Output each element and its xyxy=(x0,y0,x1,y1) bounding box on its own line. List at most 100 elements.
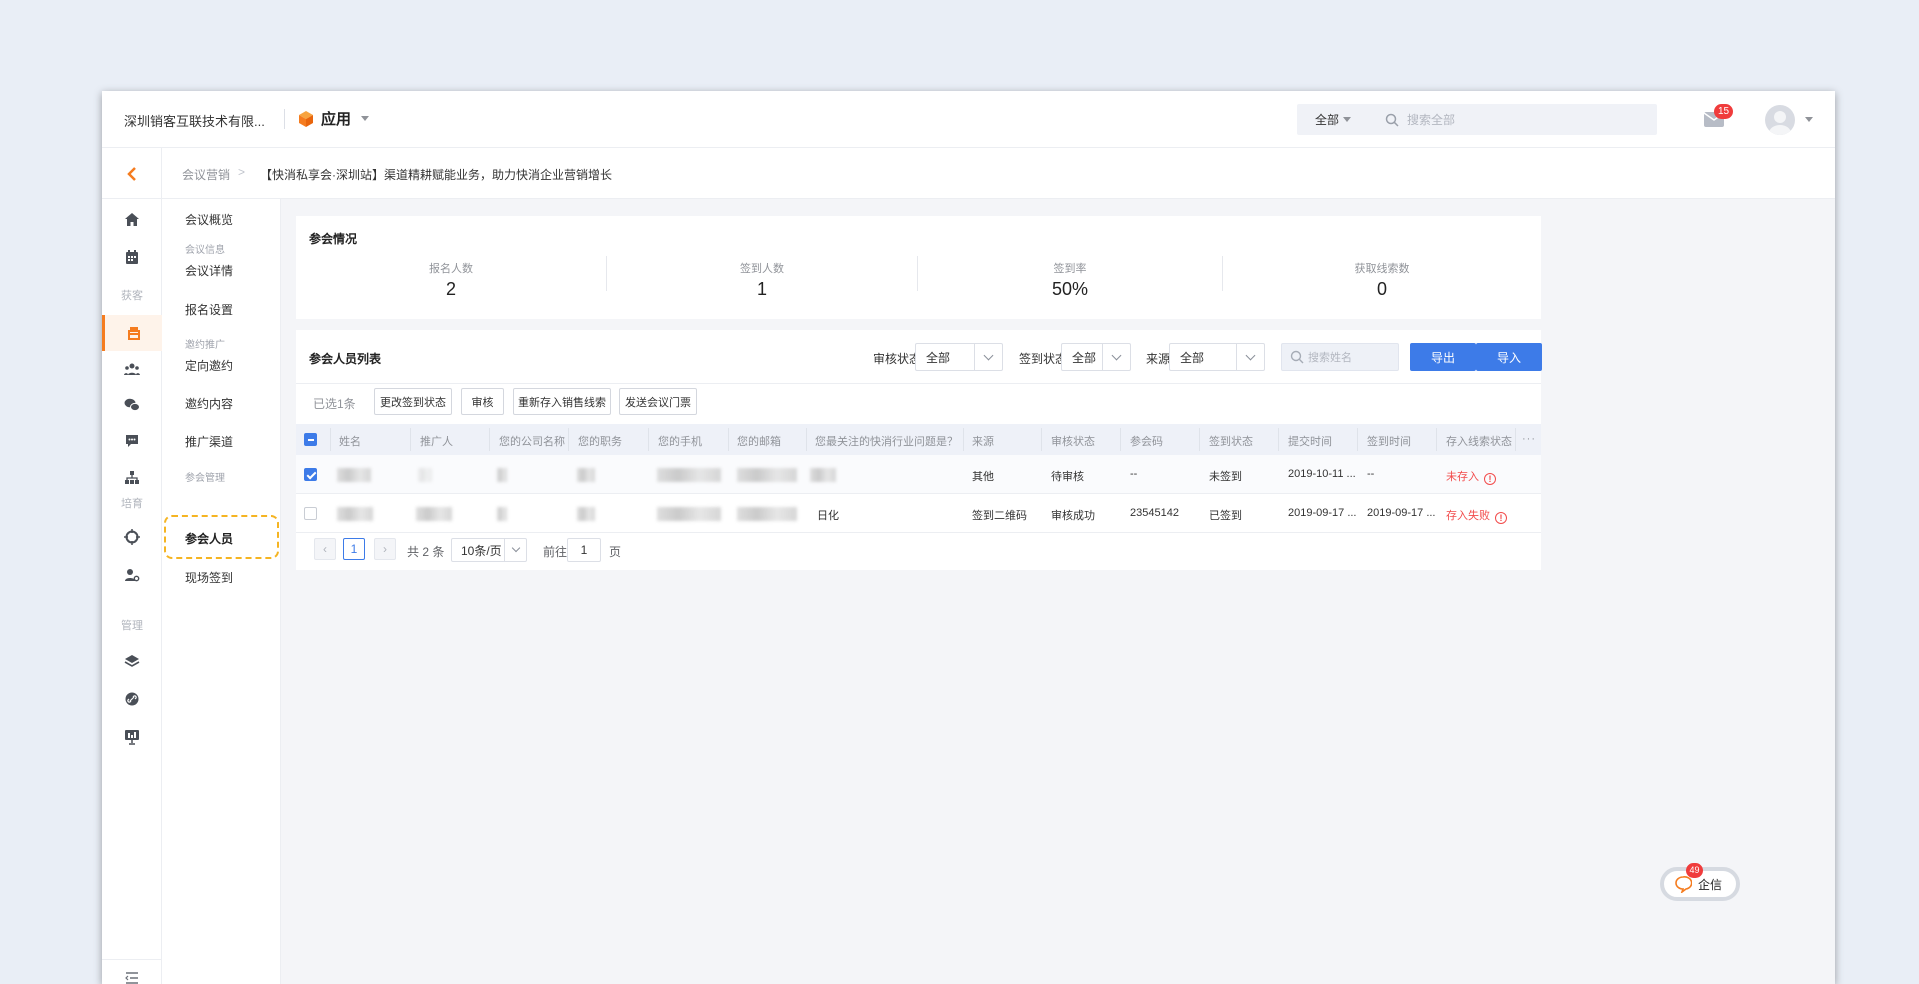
cell-source: 其他 xyxy=(972,471,994,483)
column-header[interactable]: 您的公司名称 xyxy=(499,433,565,449)
chat-icon[interactable] xyxy=(102,423,162,459)
name-search-input[interactable]: 搜索姓名 xyxy=(1281,343,1399,371)
people-icon[interactable] xyxy=(102,351,162,387)
column-header[interactable]: 您的邮箱 xyxy=(737,433,781,449)
link-icon[interactable] xyxy=(102,681,162,717)
lead-status-text: 存入失败 xyxy=(1446,510,1490,522)
cell-checkin-time: 2019-09-17 ... xyxy=(1367,507,1436,519)
resave-leads-button[interactable]: 重新存入销售线索 xyxy=(513,388,611,415)
column-header[interactable]: 签到状态 xyxy=(1209,433,1253,449)
change-checkin-button[interactable]: 更改签到状态 xyxy=(374,388,452,415)
table-row[interactable]: 日化 签到二维码 审核成功 23545142 已签到 2019-09-17 ..… xyxy=(296,494,1541,533)
filter-label: 来源 xyxy=(1146,352,1171,366)
org-chart-icon[interactable] xyxy=(102,459,162,495)
nav-invite[interactable]: 定向邀约 xyxy=(185,357,233,374)
audit-status-select[interactable]: 全部 xyxy=(915,343,1003,371)
nav-signup[interactable]: 报名设置 xyxy=(185,301,233,318)
wechat-icon[interactable] xyxy=(102,387,162,423)
redacted-name xyxy=(337,468,371,482)
breadcrumb-parent[interactable]: 会议营销 xyxy=(182,166,230,183)
column-divider xyxy=(1041,428,1042,451)
app-window: 深圳销客互联技术有限... 应用 全部 搜索全部 15 会议营销 > 【快消私享… xyxy=(102,91,1835,984)
home-icon[interactable] xyxy=(102,201,162,237)
column-header[interactable]: 您的手机 xyxy=(658,433,702,449)
avatar[interactable] xyxy=(1765,105,1795,135)
column-header[interactable]: 审核状态 xyxy=(1051,433,1095,449)
menu-collapse-icon[interactable] xyxy=(102,959,162,984)
back-button[interactable] xyxy=(102,148,162,199)
global-search[interactable]: 全部 搜索全部 xyxy=(1297,104,1657,135)
cube-icon xyxy=(299,110,313,127)
qixin-chat-button[interactable]: 49 企信 xyxy=(1660,863,1740,901)
send-ticket-button[interactable]: 发送会议门票 xyxy=(619,388,697,415)
column-divider xyxy=(1120,428,1121,451)
prev-page-button[interactable]: ‹ xyxy=(314,538,336,560)
source-select[interactable]: 全部 xyxy=(1169,343,1265,371)
stat-value: 2 xyxy=(445,279,456,299)
audit-button[interactable]: 审核 xyxy=(461,388,504,415)
stat-registered: 报名人数 2 xyxy=(296,260,606,300)
acquire-icon[interactable] xyxy=(102,315,162,351)
app-switcher-label: 应用 xyxy=(321,111,352,128)
nav-invite-content[interactable]: 邀约内容 xyxy=(185,395,233,412)
warning-icon[interactable]: ! xyxy=(1495,512,1507,524)
table-row[interactable]: 其他 待审核 -- 未签到 2019-10-11 ... -- 未存入! xyxy=(296,455,1541,494)
page-size-select[interactable]: 10条/页 xyxy=(451,538,527,562)
presentation-icon[interactable] xyxy=(102,719,162,755)
row-checkbox[interactable] xyxy=(304,507,317,520)
select-value: 全部 xyxy=(926,350,951,365)
company-name[interactable]: 深圳销客互联技术有限... xyxy=(124,111,265,130)
cell-lead-status: 存入失败! xyxy=(1446,507,1507,524)
column-header[interactable]: 参会码 xyxy=(1130,433,1163,449)
nav-attendees[interactable]: 参会人员 xyxy=(185,530,233,547)
chevron-down-icon xyxy=(1236,344,1264,370)
column-divider xyxy=(806,428,807,451)
caret-down-icon[interactable] xyxy=(1805,117,1813,122)
column-header[interactable]: 姓名 xyxy=(339,433,361,449)
column-header[interactable]: 提交时间 xyxy=(1288,433,1332,449)
import-button[interactable]: 导入 xyxy=(1476,343,1542,371)
next-page-button[interactable]: › xyxy=(374,538,396,560)
caret-down-icon xyxy=(1343,117,1352,122)
search-input[interactable]: 搜索全部 xyxy=(1407,111,1455,128)
nav-overview[interactable]: 会议概览 xyxy=(185,211,233,228)
layers-icon[interactable] xyxy=(102,643,162,679)
app-switcher[interactable]: 应用 xyxy=(297,108,370,129)
goto-page-input[interactable]: 1 xyxy=(567,538,601,562)
column-header[interactable]: 您的职务 xyxy=(578,433,622,449)
search-icon xyxy=(1290,350,1304,364)
cell-code: 23545142 xyxy=(1130,507,1179,519)
nav-detail[interactable]: 会议详情 xyxy=(185,262,233,279)
cell-audit-status: 审核成功 xyxy=(1051,510,1095,522)
column-header[interactable]: 推广人 xyxy=(420,433,453,449)
nav-channel[interactable]: 推广渠道 xyxy=(185,433,233,450)
select-value: 全部 xyxy=(1072,350,1097,365)
stat-value: 50% xyxy=(1051,279,1089,299)
chevron-down-icon xyxy=(1102,344,1130,370)
column-header[interactable]: 您最关注的快消行业问题是？ xyxy=(815,433,958,449)
warning-icon[interactable]: ! xyxy=(1484,473,1496,485)
current-page[interactable]: 1 xyxy=(343,538,365,560)
user-settings-icon[interactable] xyxy=(102,557,162,593)
cell-concern: 日化 xyxy=(817,510,839,522)
table-header: 姓名 推广人 您的公司名称 您的职务 您的手机 您的邮箱 您最关注的快消行业问题… xyxy=(296,424,1541,455)
export-button[interactable]: 导出 xyxy=(1410,343,1476,371)
nav-checkin[interactable]: 现场签到 xyxy=(185,569,233,586)
column-header[interactable]: 来源 xyxy=(972,433,994,449)
search-scope-select[interactable]: 全部 xyxy=(1297,111,1365,128)
target-icon[interactable] xyxy=(102,519,162,555)
column-header[interactable]: 存入线索状态 xyxy=(1446,433,1512,449)
cell-code: -- xyxy=(1130,468,1138,480)
rail-group-label: 获客 xyxy=(121,290,143,302)
checkin-status-select[interactable]: 全部 xyxy=(1061,343,1131,371)
message-badge: 15 xyxy=(1714,104,1734,119)
calendar-icon[interactable] xyxy=(102,239,162,275)
column-header[interactable]: 签到时间 xyxy=(1367,433,1411,449)
more-columns-icon[interactable]: ··· xyxy=(1522,433,1536,445)
column-divider xyxy=(1199,428,1200,451)
row-checkbox[interactable] xyxy=(304,468,317,481)
select-all-checkbox[interactable] xyxy=(304,433,317,446)
redacted-promoter xyxy=(416,507,452,521)
cell-submit-time: 2019-09-17 ... xyxy=(1288,507,1357,519)
column-divider xyxy=(489,428,490,451)
